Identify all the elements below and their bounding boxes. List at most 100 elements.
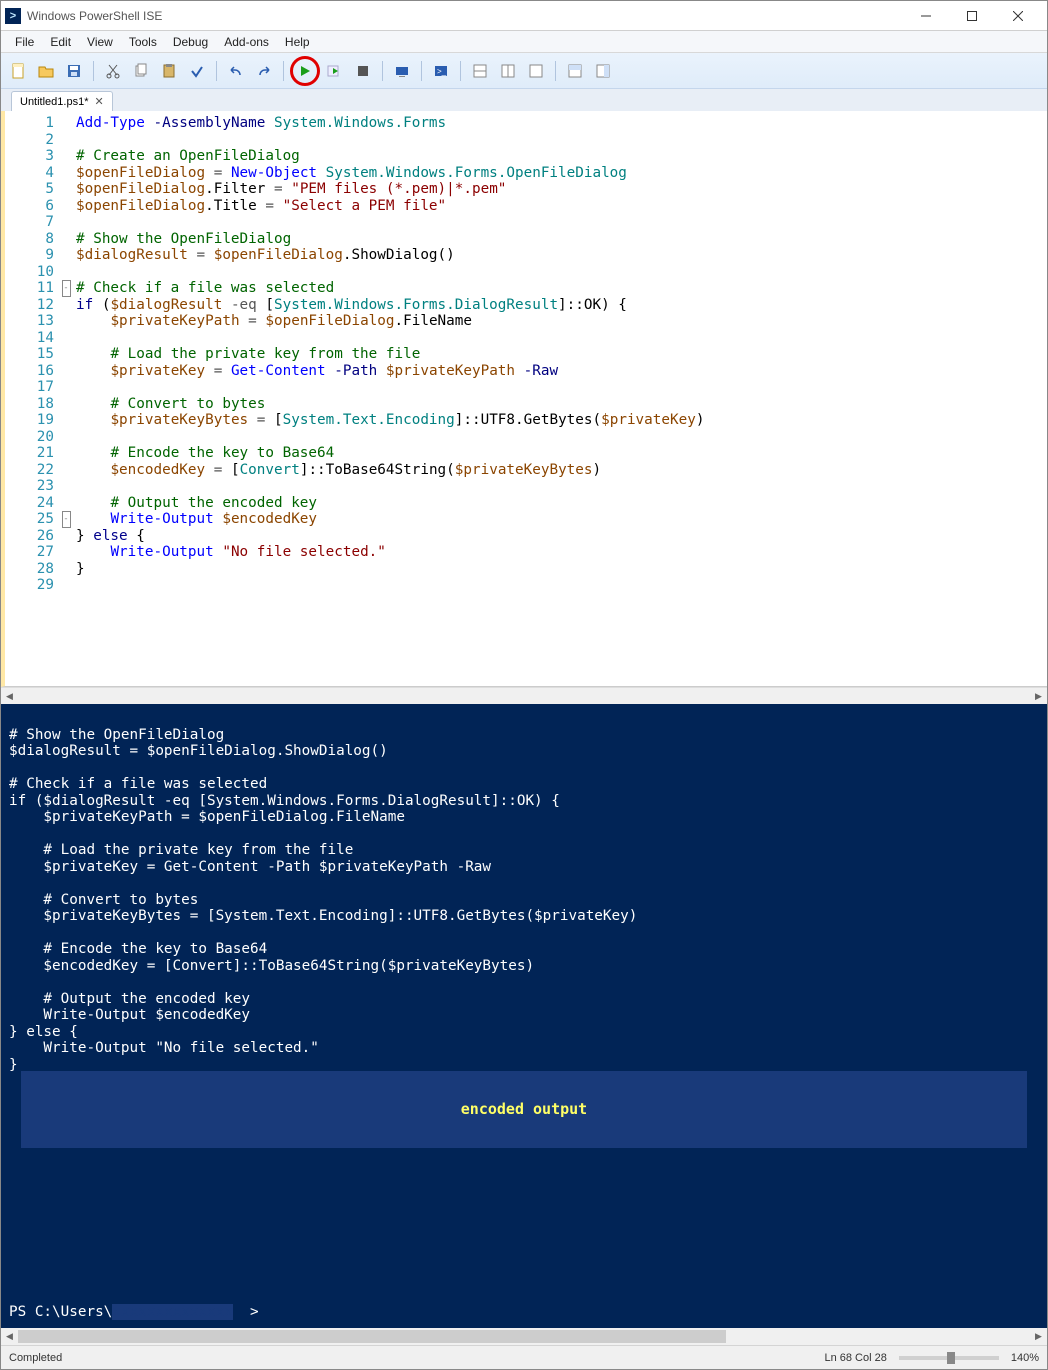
line-gutter: 1234567891011121314151617181920212223242… xyxy=(5,111,60,686)
code-line xyxy=(76,132,1047,149)
remote-button[interactable] xyxy=(389,58,415,84)
scroll-thumb[interactable] xyxy=(18,1330,726,1343)
code-line: $privateKeyPath = $openFileDialog.FileNa… xyxy=(76,313,1047,330)
fold-column: -- xyxy=(60,111,72,686)
save-button[interactable] xyxy=(61,58,87,84)
stop-button[interactable] xyxy=(350,58,376,84)
encoded-output-block: encoded output xyxy=(21,1071,1027,1149)
console-line: $dialogResult = $openFileDialog.ShowDial… xyxy=(9,743,1039,760)
scroll-left-icon[interactable]: ◀ xyxy=(1,1328,18,1345)
minimize-button[interactable] xyxy=(903,1,949,31)
console-line: if ($dialogResult -eq [System.Windows.Fo… xyxy=(9,793,1039,810)
status-text: Completed xyxy=(9,1352,62,1364)
scroll-left-icon[interactable]: ◀ xyxy=(1,688,18,705)
console-line: $privateKeyPath = $openFileDialog.FileNa… xyxy=(9,809,1039,826)
code-line: $dialogResult = $openFileDialog.ShowDial… xyxy=(76,247,1047,264)
code-line: Add-Type -AssemblyName System.Windows.Fo… xyxy=(76,115,1047,132)
menu-view[interactable]: View xyxy=(79,33,121,51)
show-command-button[interactable] xyxy=(590,58,616,84)
console-line xyxy=(9,974,1039,991)
code-line xyxy=(76,214,1047,231)
console-line xyxy=(9,760,1039,777)
run-script-highlight xyxy=(290,56,320,86)
console-line xyxy=(9,875,1039,892)
cut-button[interactable] xyxy=(100,58,126,84)
code-line: # Output the encoded key xyxy=(76,495,1047,512)
run-selection-button[interactable] xyxy=(322,58,348,84)
code-line: # Convert to bytes xyxy=(76,396,1047,413)
fold-toggle[interactable]: - xyxy=(62,511,71,528)
console-hscroll[interactable]: ◀ ▶ xyxy=(1,1328,1047,1345)
code-line: $openFileDialog.Filter = "PEM files (*.p… xyxy=(76,181,1047,198)
code-line: $privateKeyBytes = [System.Text.Encoding… xyxy=(76,412,1047,429)
code-line xyxy=(76,429,1047,446)
code-line: # Check if a file was selected xyxy=(76,280,1047,297)
menu-help[interactable]: Help xyxy=(277,33,318,51)
tab-label: Untitled1.ps1* xyxy=(20,96,89,108)
layout-1-button[interactable] xyxy=(467,58,493,84)
code-area[interactable]: Add-Type -AssemblyName System.Windows.Fo… xyxy=(72,111,1047,686)
new-file-button[interactable] xyxy=(5,58,31,84)
paste-button[interactable] xyxy=(156,58,182,84)
console-pane[interactable]: # Show the OpenFileDialog$dialogResult =… xyxy=(1,704,1047,1328)
zoom-slider[interactable] xyxy=(899,1356,999,1360)
console-line: # Show the OpenFileDialog xyxy=(9,727,1039,744)
code-editor[interactable]: 1234567891011121314151617181920212223242… xyxy=(1,111,1047,687)
code-line xyxy=(76,264,1047,281)
tabstrip: Untitled1.ps1* ✕ xyxy=(1,89,1047,111)
powershell-button[interactable]: >_ xyxy=(428,58,454,84)
console-line xyxy=(9,826,1039,843)
run-script-button[interactable] xyxy=(293,58,317,84)
code-line: Write-Output $encodedKey xyxy=(76,511,1047,528)
show-script-button[interactable] xyxy=(562,58,588,84)
console-line: $privateKeyBytes = [System.Text.Encoding… xyxy=(9,908,1039,925)
redo-button[interactable] xyxy=(251,58,277,84)
menu-edit[interactable]: Edit xyxy=(42,33,79,51)
code-line: # Encode the key to Base64 xyxy=(76,445,1047,462)
titlebar: > Windows PowerShell ISE xyxy=(1,1,1047,31)
tab-untitled[interactable]: Untitled1.ps1* ✕ xyxy=(11,91,113,111)
console-line: # Convert to bytes xyxy=(9,892,1039,909)
code-line: } xyxy=(76,561,1047,578)
code-line: $encodedKey = [Convert]::ToBase64String(… xyxy=(76,462,1047,479)
layout-3-button[interactable] xyxy=(523,58,549,84)
console-line: $encodedKey = [Convert]::ToBase64String(… xyxy=(9,958,1039,975)
code-line: $openFileDialog.Title = "Select a PEM fi… xyxy=(76,198,1047,215)
layout-2-button[interactable] xyxy=(495,58,521,84)
console-line: # Encode the key to Base64 xyxy=(9,941,1039,958)
clear-button[interactable] xyxy=(184,58,210,84)
console-line: # Check if a file was selected xyxy=(9,776,1039,793)
close-button[interactable] xyxy=(995,1,1041,31)
undo-button[interactable] xyxy=(223,58,249,84)
menu-tools[interactable]: Tools xyxy=(121,33,165,51)
scroll-right-icon[interactable]: ▶ xyxy=(1030,1328,1047,1345)
svg-text:>_: >_ xyxy=(437,67,447,76)
tab-close-icon[interactable]: ✕ xyxy=(95,95,104,108)
code-line: # Load the private key from the file xyxy=(76,346,1047,363)
console-line: # Output the encoded key xyxy=(9,991,1039,1008)
code-line xyxy=(76,330,1047,347)
console-line: $privateKey = Get-Content -Path $private… xyxy=(9,859,1039,876)
toolbar: >_ xyxy=(1,53,1047,89)
menu-add-ons[interactable]: Add-ons xyxy=(216,33,277,51)
console-prompt[interactable]: PS C:\Users\xxxxxxxxxxxxxx > xyxy=(9,1304,259,1321)
code-line xyxy=(76,577,1047,594)
maximize-button[interactable] xyxy=(949,1,995,31)
zoom-label: 140% xyxy=(1011,1352,1039,1364)
menu-debug[interactable]: Debug xyxy=(165,33,216,51)
copy-button[interactable] xyxy=(128,58,154,84)
encoded-output-label: encoded output xyxy=(461,1100,587,1118)
code-line: $privateKey = Get-Content -Path $private… xyxy=(76,363,1047,380)
code-line: if ($dialogResult -eq [System.Windows.Fo… xyxy=(76,297,1047,314)
menu-file[interactable]: File xyxy=(7,33,42,51)
code-line: } else { xyxy=(76,528,1047,545)
scroll-right-icon[interactable]: ▶ xyxy=(1030,688,1047,705)
open-file-button[interactable] xyxy=(33,58,59,84)
code-line: # Create an OpenFileDialog xyxy=(76,148,1047,165)
menubar: FileEditViewToolsDebugAdd-onsHelp xyxy=(1,31,1047,53)
fold-toggle[interactable]: - xyxy=(62,280,71,297)
code-line: # Show the OpenFileDialog xyxy=(76,231,1047,248)
console-line: # Load the private key from the file xyxy=(9,842,1039,859)
editor-hscroll[interactable]: ◀ ▶ xyxy=(1,687,1047,704)
code-line: Write-Output "No file selected." xyxy=(76,544,1047,561)
